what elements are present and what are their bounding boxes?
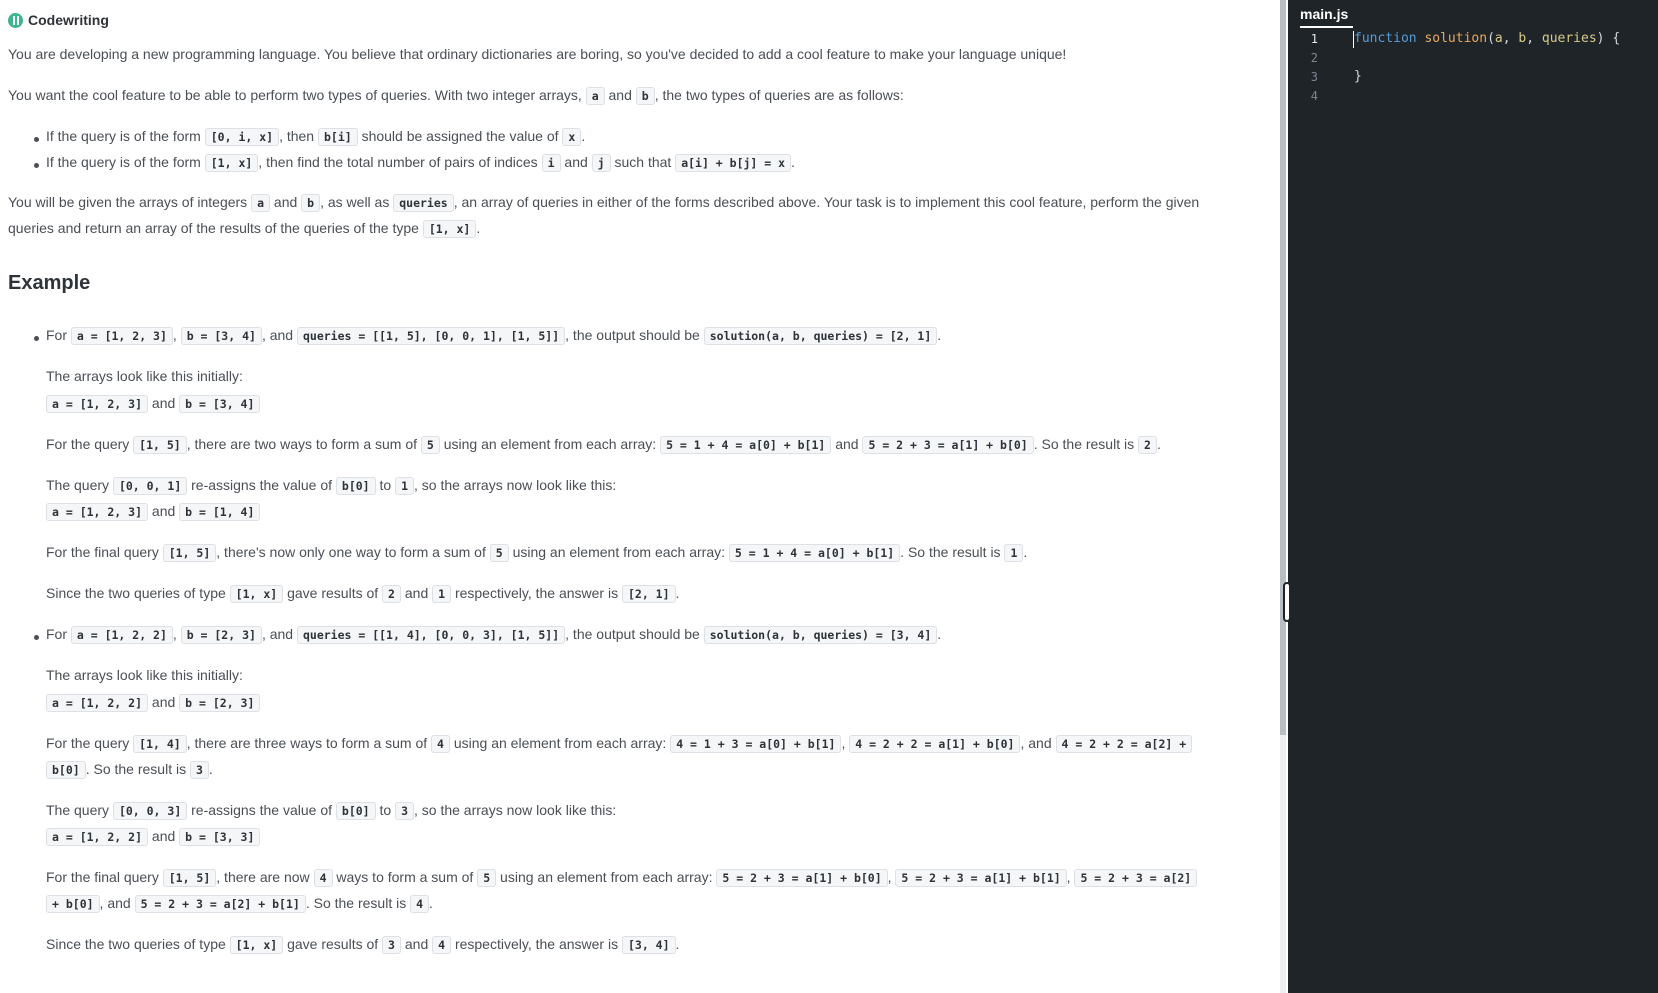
brand: Codewriting xyxy=(8,12,109,28)
line-number: 4 xyxy=(1310,89,1318,103)
example-1-initial-arrays: a = [1, 2, 3] and b = [3, 4] xyxy=(46,390,261,418)
example-1-summary: Since the two queries of type [1, x] gav… xyxy=(46,585,680,603)
code-line-3[interactable]: } xyxy=(1354,69,1362,84)
bullet xyxy=(34,137,39,142)
query-type-count: If the query is of the form [1, x], then… xyxy=(46,154,795,172)
task-line-1: You will be given the arrays of integers… xyxy=(8,194,1200,212)
example-1-for-line: For a = [1, 2, 3], b = [3, 4], and queri… xyxy=(46,327,942,345)
task-line-2: queries and return an array of the resul… xyxy=(8,220,481,238)
example-1-initial-text: The arrays look like this initially: xyxy=(46,368,243,384)
example-2-query-3-line-1: For the final query [1, 5], there are no… xyxy=(46,864,1198,892)
example-2-query-1-line-1: For the query [1, 4], there are three wa… xyxy=(46,730,1193,758)
example-2-initial-text: The arrays look like this initially: xyxy=(46,667,243,683)
active-tab-indicator xyxy=(1300,26,1353,28)
editor-tab-main-js[interactable]: main.js xyxy=(1300,6,1348,22)
example-1-query-2: The query [0, 0, 1] re-assigns the value… xyxy=(46,477,617,495)
bullet xyxy=(34,163,39,168)
example-2-query-3-line-2: + b[0], and 5 = 2 + 3 = a[2] + b[1]. So … xyxy=(46,890,433,918)
bullet xyxy=(34,635,39,640)
line-number: 1 xyxy=(1310,32,1318,46)
example-1-after-arrays: a = [1, 2, 3] and b = [1, 4] xyxy=(46,498,261,526)
description-scrollbar-thumb[interactable] xyxy=(1280,0,1286,735)
example-heading: Example xyxy=(8,272,91,294)
line-number: 3 xyxy=(1310,70,1318,84)
code-line-1[interactable]: function solution(a, b, queries) { xyxy=(1354,31,1620,46)
brand-name: Codewriting xyxy=(28,12,109,28)
problem-description-panel: Codewriting You are developing a new pro… xyxy=(0,0,1280,993)
code-brackets-icon xyxy=(8,12,23,28)
example-2-summary: Since the two queries of type [1, x] gav… xyxy=(46,936,680,954)
example-1-query-1: For the query [1, 5], there are two ways… xyxy=(46,436,1161,454)
editor-tab-bar: main.js xyxy=(1288,0,1658,28)
query-type-set: If the query is of the form [0, i, x], t… xyxy=(46,128,586,146)
line-number: 2 xyxy=(1310,51,1318,65)
intro-paragraph: You are developing a new programming lan… xyxy=(8,46,1067,62)
panel-resize-handle[interactable] xyxy=(1283,582,1291,622)
bullet xyxy=(34,336,39,341)
example-2-after-arrays: a = [1, 2, 2] and b = [3, 3] xyxy=(46,823,261,851)
example-2-initial-arrays: a = [1, 2, 2] and b = [2, 3] xyxy=(46,689,261,717)
queries-intro: You want the cool feature to be able to … xyxy=(8,87,904,105)
example-2-for-line: For a = [1, 2, 2], b = [2, 3], and queri… xyxy=(46,626,942,644)
example-2-query-1-line-2: b[0]. So the result is 3. xyxy=(46,756,213,784)
code-editor-panel: main.js 1 2 3 4 function solution(a, b, … xyxy=(1288,0,1658,993)
example-1-query-3: For the final query [1, 5], there's now … xyxy=(46,544,1028,562)
example-2-query-2: The query [0, 0, 3] re-assigns the value… xyxy=(46,802,617,820)
